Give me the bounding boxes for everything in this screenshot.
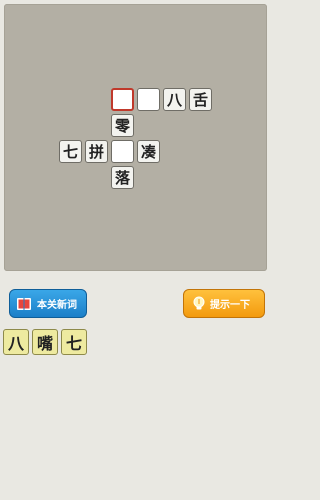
tile-r1c2: 零 — [111, 114, 134, 137]
tile-r0c3[interactable] — [137, 88, 160, 111]
tile-r0c5: 舌 — [189, 88, 212, 111]
tile-r2c0: 七 — [59, 140, 82, 163]
tile-r0c2[interactable] — [111, 88, 134, 111]
candidate-tile[interactable]: 嘴 — [32, 329, 58, 355]
candidate-tile[interactable]: 八 — [3, 329, 29, 355]
tile-r0c4: 八 — [163, 88, 186, 111]
hint-label: 提示一下 — [210, 300, 250, 311]
candidate-tile[interactable]: 七 — [61, 329, 87, 355]
puzzle-board: 八 舌 零 七 拼 凑 落 — [4, 4, 267, 271]
tile-r2c1: 拼 — [85, 140, 108, 163]
book-icon — [17, 297, 31, 310]
new-words-button[interactable]: 本关新词 — [9, 289, 87, 318]
new-words-label: 本关新词 — [37, 300, 77, 311]
tile-r2c2[interactable] — [111, 140, 134, 163]
hint-button[interactable]: 提示一下 — [183, 289, 265, 318]
tile-r2c3: 凑 — [137, 140, 160, 163]
lightbulb-icon — [193, 296, 205, 309]
tile-r3c2: 落 — [111, 166, 134, 189]
